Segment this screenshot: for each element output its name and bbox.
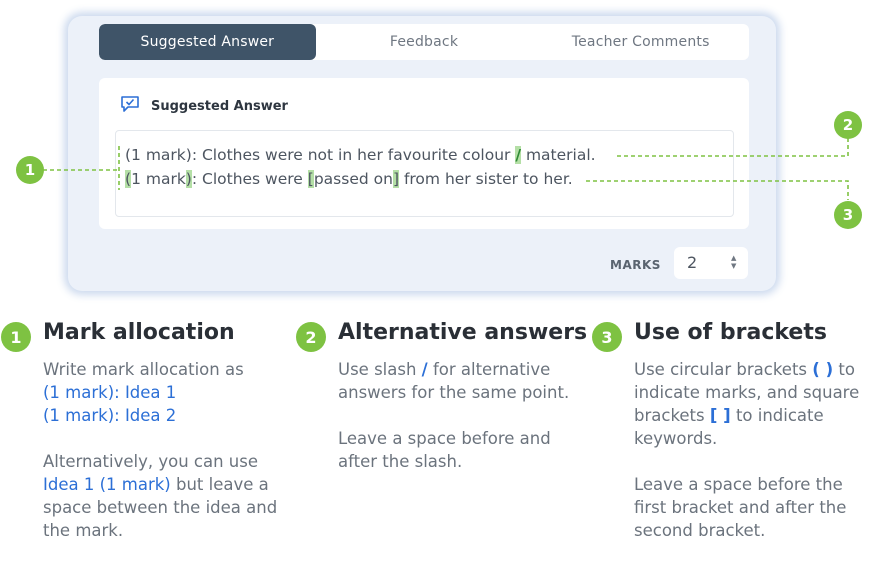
square-brackets-symbol: [ ] xyxy=(709,406,731,425)
example-1: (1 mark): Idea 1 xyxy=(43,383,177,402)
example-2: (1 mark): Idea 2 xyxy=(43,406,177,425)
example-3: Idea 1 (1 mark) xyxy=(43,475,171,494)
section-body: Use circular brackets ( ) to indicate ma… xyxy=(634,358,870,565)
callout-3: 3 xyxy=(834,201,862,229)
section-title: Mark allocation xyxy=(43,320,235,345)
text: Alternatively, you can use xyxy=(43,452,259,471)
text: Use slash xyxy=(338,360,422,379)
section-body: Use slash / for alternative answers for … xyxy=(338,358,573,496)
section-number: 1 xyxy=(1,322,31,352)
section-title: Use of brackets xyxy=(634,320,827,345)
text: Leave a space before the first bracket a… xyxy=(634,475,847,540)
callout-2: 2 xyxy=(834,111,862,139)
section-number: 3 xyxy=(592,322,622,352)
callout-1: 1 xyxy=(16,156,44,184)
text: Leave a space before and after the slash… xyxy=(338,429,551,471)
section-body: Write mark allocation as (1 mark): Idea … xyxy=(43,358,288,565)
text: Use circular brackets xyxy=(634,360,813,379)
section-title: Alternative answers xyxy=(338,320,588,345)
text: Write mark allocation as xyxy=(43,360,244,379)
section-number: 2 xyxy=(296,322,326,352)
round-brackets-symbol: ( ) xyxy=(812,360,834,379)
